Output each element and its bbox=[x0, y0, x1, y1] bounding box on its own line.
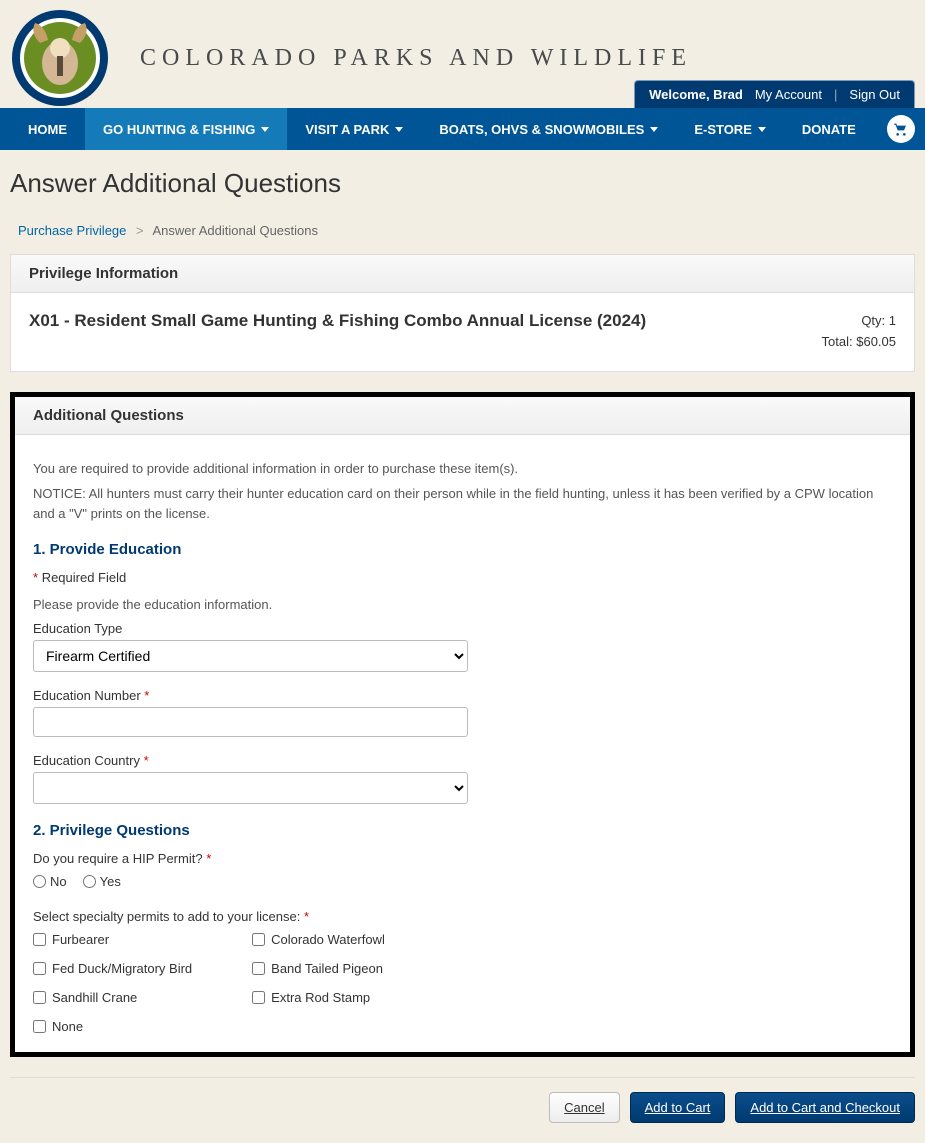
nav-label: BOATS, OHVS & SNOWMOBILES bbox=[439, 122, 644, 137]
nav-item-donate[interactable]: DONATE bbox=[784, 108, 874, 150]
edu-type-select[interactable]: Firearm Certified bbox=[33, 640, 468, 672]
permit-option-colorado-waterfowl[interactable]: Colorado Waterfowl bbox=[252, 932, 385, 947]
edu-country-select[interactable] bbox=[33, 772, 468, 804]
site-title: COLORADO PARKS AND WILDLIFE bbox=[140, 45, 692, 72]
required-field-note: * Required Field bbox=[33, 570, 892, 585]
permit-option-extra-rod-stamp[interactable]: Extra Rod Stamp bbox=[252, 990, 385, 1005]
questions-panel-header: Additional Questions bbox=[15, 397, 910, 435]
breadcrumb-separator: > bbox=[136, 223, 144, 238]
permit-label: Furbearer bbox=[52, 932, 109, 947]
header-bar: COLORADO PARKS AND WILDLIFE Welcome, Bra… bbox=[0, 0, 925, 108]
nav-item-home[interactable]: HOME bbox=[10, 108, 85, 150]
add-to-cart-button[interactable]: Add to Cart bbox=[630, 1092, 726, 1123]
nav-label: VISIT A PARK bbox=[305, 122, 389, 137]
permit-checkbox[interactable] bbox=[252, 962, 265, 975]
permit-label: Fed Duck/Migratory Bird bbox=[52, 961, 192, 976]
action-bar: Cancel Add to Cart Add to Cart and Check… bbox=[10, 1077, 915, 1143]
privilege-qty: Qty: 1 bbox=[822, 311, 896, 332]
permit-option-none[interactable]: None bbox=[33, 1019, 192, 1034]
permit-checkbox[interactable] bbox=[33, 933, 46, 946]
edu-country-label: Education Country * bbox=[33, 753, 892, 768]
account-bar: Welcome, Brad My Account | Sign Out bbox=[634, 80, 915, 108]
nav-item-e-store[interactable]: E-STORE bbox=[676, 108, 784, 150]
nav-item-visit-a-park[interactable]: VISIT A PARK bbox=[287, 108, 421, 150]
sign-out-link[interactable]: Sign Out bbox=[849, 87, 900, 102]
questions-panel: Additional Questions You are required to… bbox=[10, 392, 915, 1057]
chevron-down-icon bbox=[395, 127, 403, 132]
permit-option-band-tailed-pigeon[interactable]: Band Tailed Pigeon bbox=[252, 961, 385, 976]
chevron-down-icon bbox=[650, 127, 658, 132]
nav-label: DONATE bbox=[802, 122, 856, 137]
breadcrumb-link[interactable]: Purchase Privilege bbox=[18, 223, 126, 238]
nav-label: E-STORE bbox=[694, 122, 752, 137]
hip-yes-radio[interactable] bbox=[83, 875, 96, 888]
nav-item-go-hunting-fishing[interactable]: GO HUNTING & FISHING bbox=[85, 108, 287, 150]
welcome-text: Welcome, Brad bbox=[649, 87, 743, 102]
privilege-title: X01 - Resident Small Game Hunting & Fish… bbox=[29, 311, 646, 331]
nav-label: GO HUNTING & FISHING bbox=[103, 122, 255, 137]
permit-checkbox[interactable] bbox=[33, 962, 46, 975]
permit-label: Band Tailed Pigeon bbox=[271, 961, 383, 976]
page-title: Answer Additional Questions bbox=[0, 150, 925, 207]
permit-option-sandhill-crane[interactable]: Sandhill Crane bbox=[33, 990, 192, 1005]
notice-text: NOTICE: All hunters must carry their hun… bbox=[33, 484, 892, 523]
privilege-total: Total: $60.05 bbox=[822, 332, 896, 353]
permit-option-fed-duck-migratory-bird[interactable]: Fed Duck/Migratory Bird bbox=[33, 961, 192, 976]
intro-text: You are required to provide additional i… bbox=[33, 459, 892, 479]
hip-question: Do you require a HIP Permit? * bbox=[33, 851, 892, 866]
hip-no-radio[interactable] bbox=[33, 875, 46, 888]
edu-number-input[interactable] bbox=[33, 707, 468, 737]
edu-intro: Please provide the education information… bbox=[33, 595, 892, 615]
permit-checkbox[interactable] bbox=[33, 991, 46, 1004]
chevron-down-icon bbox=[261, 127, 269, 132]
permit-option-furbearer[interactable]: Furbearer bbox=[33, 932, 192, 947]
cart-button[interactable] bbox=[887, 115, 915, 143]
hip-no-option[interactable]: No bbox=[33, 874, 67, 889]
privilege-panel-header: Privilege Information bbox=[11, 255, 914, 293]
permit-checkbox[interactable] bbox=[252, 991, 265, 1004]
chevron-down-icon bbox=[758, 127, 766, 132]
permit-label: Colorado Waterfowl bbox=[271, 932, 385, 947]
edu-number-label: Education Number * bbox=[33, 688, 892, 703]
permit-label: None bbox=[52, 1019, 83, 1034]
permit-label: Sandhill Crane bbox=[52, 990, 137, 1005]
permit-label: Extra Rod Stamp bbox=[271, 990, 370, 1005]
permit-checkbox[interactable] bbox=[33, 1020, 46, 1033]
specialty-question: Select specialty permits to add to your … bbox=[33, 909, 892, 924]
breadcrumb-current: Answer Additional Questions bbox=[153, 223, 318, 238]
add-to-cart-checkout-button[interactable]: Add to Cart and Checkout bbox=[735, 1092, 915, 1123]
nav-item-boats-ohvs-snowmobiles[interactable]: BOATS, OHVS & SNOWMOBILES bbox=[421, 108, 676, 150]
section-privquestions-title: 2. Privilege Questions bbox=[33, 822, 892, 839]
my-account-link[interactable]: My Account bbox=[755, 87, 822, 102]
cart-icon bbox=[893, 121, 909, 137]
hip-yes-option[interactable]: Yes bbox=[83, 874, 121, 889]
permit-checkbox[interactable] bbox=[252, 933, 265, 946]
nav-label: HOME bbox=[28, 122, 67, 137]
section-education-title: 1. Provide Education bbox=[33, 541, 892, 558]
divider: | bbox=[834, 87, 837, 102]
privilege-panel: Privilege Information X01 - Resident Sma… bbox=[10, 254, 915, 372]
edu-type-label: Education Type bbox=[33, 621, 892, 636]
cancel-button[interactable]: Cancel bbox=[549, 1092, 619, 1123]
breadcrumb: Purchase Privilege > Answer Additional Q… bbox=[0, 207, 925, 254]
main-nav: HOME GO HUNTING & FISHING VISIT A PARK BOAT… bbox=[0, 108, 925, 150]
cpw-logo bbox=[10, 8, 110, 108]
